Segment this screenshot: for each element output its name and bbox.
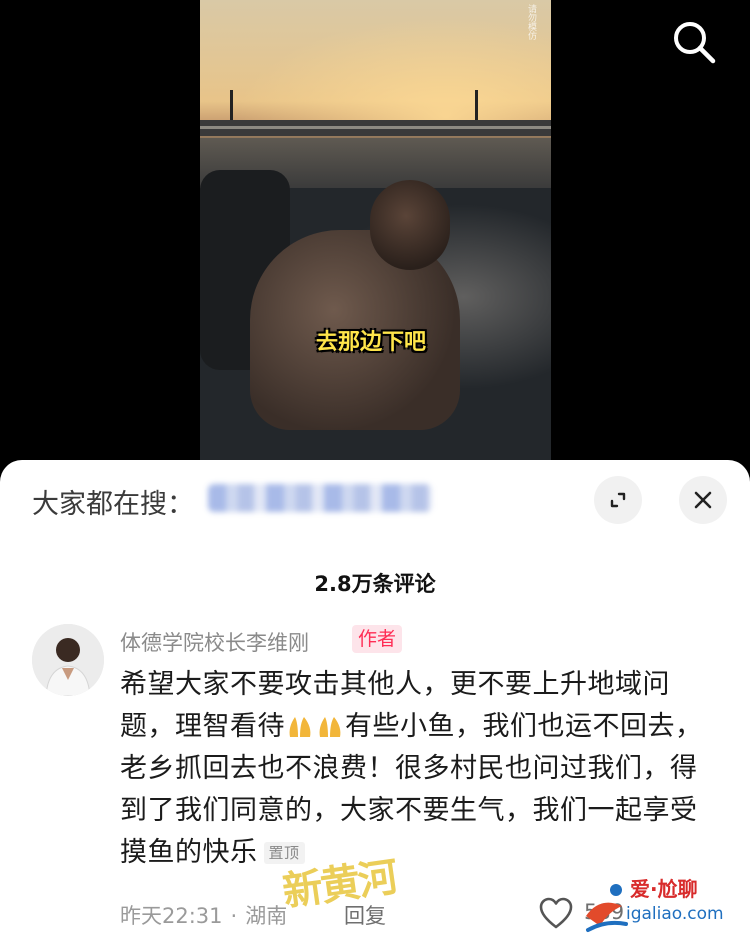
avatar[interactable]: [32, 624, 104, 696]
video-player[interactable]: 请勿模仿 去那边下吧: [0, 0, 750, 470]
close-icon: [694, 491, 712, 509]
sky: [200, 0, 551, 130]
avatar-image: [32, 624, 104, 696]
comment-time: 昨天22:31: [120, 904, 223, 928]
heart-icon: [539, 897, 573, 929]
site-watermark-domain: igaliao.com: [626, 904, 724, 924]
video-frame[interactable]: 请勿模仿 去那边下吧: [200, 0, 551, 460]
trending-search-prefix: 大家都在搜：: [32, 489, 194, 520]
site-watermark-name: 爱·尬聊: [630, 877, 698, 901]
expand-icon: [610, 492, 626, 508]
comment-count: 2.8万条评论: [314, 572, 436, 596]
site-logo-icon: [586, 884, 628, 932]
comment-meta: 昨天22:31 · 湖南: [120, 900, 295, 930]
comment-text: 希望大家不要攻击其他人，更不要上升地域问题，理智看待 有些小鱼，我们也运不回去，老…: [120, 664, 716, 874]
comment-location: 湖南: [245, 904, 288, 928]
trending-search-bar[interactable]: 大家都在搜：: [0, 460, 750, 544]
man-head: [370, 180, 450, 270]
meta-separator: ·: [230, 904, 238, 928]
praying-hands-emoji: [319, 717, 341, 737]
like-button[interactable]: [538, 896, 574, 932]
author-badge: 作者: [352, 625, 403, 653]
praying-hands-emoji: [289, 717, 311, 737]
video-subtitle: 去那边下吧: [316, 330, 427, 355]
close-button[interactable]: [679, 476, 727, 524]
video-watermark: 请勿模仿: [526, 4, 536, 40]
comment-username[interactable]: 体德学院校长李维刚: [120, 627, 309, 657]
search-icon: [674, 22, 716, 64]
expand-button[interactable]: [594, 476, 642, 524]
trending-search-query-blurred[interactable]: [208, 484, 432, 512]
bridge-rail: [200, 126, 551, 129]
search-button[interactable]: [668, 16, 720, 68]
